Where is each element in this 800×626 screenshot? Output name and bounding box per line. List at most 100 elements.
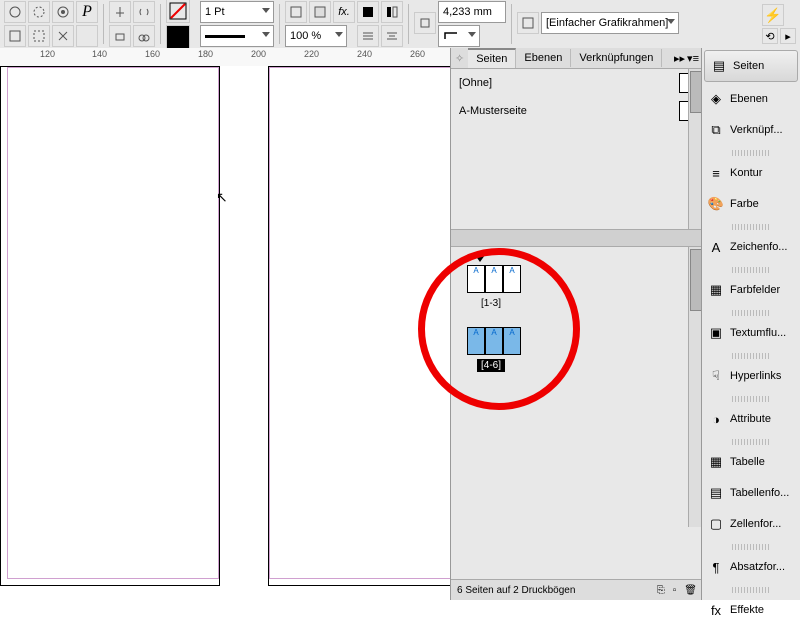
panel-menu-icon[interactable]: ▾≡ [687,52,699,65]
spread-label: [1-3] [477,297,505,310]
crop-icon[interactable] [414,12,436,34]
links-icon: ⧉ [708,122,724,138]
panel-swatch[interactable]: ▦ Farbfelder [702,275,800,306]
tool-icon[interactable] [4,1,26,23]
color-icon: 🎨 [708,196,724,212]
master-pages-area[interactable]: [Ohne] A-Musterseite [451,69,703,229]
collapse-icon[interactable]: ▸▸ [674,52,685,65]
tool-icon[interactable] [52,1,74,23]
tstyle-icon: ▤ [708,485,724,501]
zoom-select[interactable]: 100 % [285,25,347,47]
no-stroke-icon[interactable] [166,0,190,23]
panel-table[interactable]: ▦Tabelle [702,447,800,478]
contour-icon: ≡ [708,165,724,181]
tool-icon[interactable] [52,25,74,47]
panel-char[interactable]: A Zeichenfo... [702,232,800,263]
page-spread-right [268,66,452,586]
zoom-value: 100 % [290,30,321,42]
tool-icon[interactable] [28,25,50,47]
attr-icon: ◑ [708,411,724,427]
wrap-icon[interactable] [357,1,379,23]
fit-content-icon[interactable] [285,1,307,23]
panel-color[interactable]: 🎨 Farbe [702,189,800,220]
tab-links[interactable]: Verknüpfungen [571,49,662,67]
panel-layers[interactable]: ◈Ebenen [702,84,800,115]
page-spread-left [0,66,220,586]
document-pages-area[interactable]: A A A [1-3] A A A [4-6] [451,247,703,527]
tool-icon[interactable] [4,25,26,47]
tab-layers[interactable]: Ebenen [516,49,571,67]
fx-icon[interactable]: fx. [333,1,355,23]
panel-tstyle[interactable]: ▤Tabellenfo... [702,478,800,509]
panel-contour[interactable]: ≡ Kontur [702,158,800,189]
fx-icon: fx [708,602,724,618]
type-tool-icon[interactable]: P [76,1,98,23]
panel-cell[interactable]: ▢Zellenfor... [702,509,800,540]
panel-label: Farbe [730,198,759,210]
stroke-style-select[interactable] [200,25,274,47]
document-canvas[interactable] [0,66,450,600]
para-icon: ¶ [708,559,724,575]
master-label: [Ohne] [459,77,492,89]
panel-label: Ebenen [730,93,768,105]
master-a[interactable]: A-Musterseite [451,97,703,125]
char-icon: A [708,239,724,255]
stroke-weight-value: 1 Pt [205,6,225,18]
frame-type-select[interactable]: [Einfacher Grafikrahmen] [541,12,679,34]
wrap-icon[interactable] [381,1,403,23]
panel-label: Attribute [730,413,771,425]
panel-label: Zellenfor... [730,518,781,530]
delete-page-icon[interactable]: 🗑 [684,585,697,596]
horizontal-ruler: 120 140 160 180 200 220 240 260 [0,48,450,67]
panel-label: Absatzfor... [730,561,785,573]
panel-label: Zeichenfo... [730,241,787,253]
panel-pages[interactable]: ▤Seiten [704,50,798,82]
spread-1[interactable]: A A A [467,265,521,293]
panel-label: Verknüpf... [730,124,783,136]
fill-icon[interactable] [166,25,190,49]
edit-page-icon[interactable]: ⎘ [657,585,665,596]
panel-label: Hyperlinks [730,370,781,382]
tool-icon[interactable] [133,25,155,47]
panel-links[interactable]: ⧉ Verknüpf... [702,115,800,146]
page-marker-icon [475,255,485,262]
tool-icon[interactable] [28,1,50,23]
table-icon: ▦ [708,454,724,470]
corner-select[interactable] [438,25,480,47]
side-panel-strip: ▤Seiten◈Ebenen ⧉ Verknüpf... ≡ Kontur 🎨 Farbe A… [701,48,800,600]
menu-icon[interactable]: ▸ [780,28,796,44]
sync-icon[interactable]: ⟲ [762,28,778,44]
panel-tabs: ✧ Seiten Ebenen Verknüpfungen ▸▸ ▾≡ [451,48,703,69]
tool-icon[interactable] [109,25,131,47]
hyper-icon: ☟ [708,368,724,384]
panel-wrap[interactable]: ▣ Textumflu... [702,318,800,349]
align-icon[interactable] [381,25,403,47]
section-divider[interactable] [451,229,703,247]
fit-frame-icon[interactable] [309,1,331,23]
align-icon[interactable] [357,25,379,47]
panel-attr[interactable]: ◑ Attribute [702,404,800,435]
frame-style-icon[interactable] [517,12,539,34]
bolt-icon[interactable]: ⚡ [762,4,784,26]
panel-hyper[interactable]: ☟ Hyperlinks [702,361,800,392]
anchor-icon[interactable] [109,1,131,23]
wrap-icon: ▣ [708,325,724,341]
pages-icon: ▤ [711,58,727,74]
stroke-weight-select[interactable]: 1 Pt [200,1,274,23]
new-page-icon[interactable]: ▫ [673,585,677,596]
panel-label: Farbfelder [730,284,780,296]
panel-label: Kontur [730,167,762,179]
tab-pages[interactable]: Seiten [468,48,516,68]
panel-para[interactable]: ¶ Absatzfor... [702,552,800,583]
panel-label: Textumflu... [730,327,786,339]
master-none[interactable]: [Ohne] [451,69,703,97]
spread-2[interactable]: A A A [467,327,521,355]
status-text: 6 Seiten auf 2 Druckbögen [457,585,575,596]
chain-icon[interactable] [133,1,155,23]
swatch-icon: ▦ [708,282,724,298]
tool-icon[interactable] [76,25,98,47]
frame-type-value: [Einfacher Grafikrahmen] [546,17,668,29]
master-label: A-Musterseite [459,105,527,117]
panel-label: Effekte [730,604,764,616]
measurement-input[interactable] [438,1,506,23]
